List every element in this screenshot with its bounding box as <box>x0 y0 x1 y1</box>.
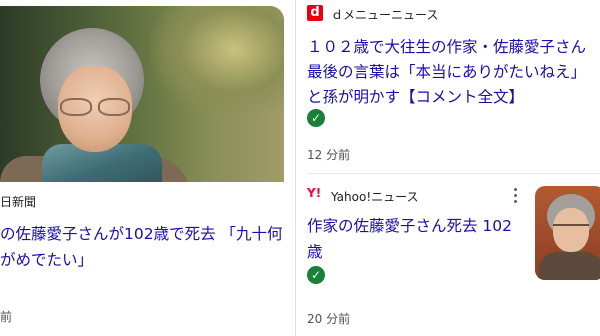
dmenu-logo-icon: d <box>307 5 323 21</box>
news-thumbnail-image[interactable] <box>0 6 284 182</box>
column-divider <box>295 0 296 336</box>
more-vert-icon[interactable] <box>510 186 520 204</box>
news-source-name: ｄメニューニュース <box>331 8 439 22</box>
news-headline-link[interactable]: 作家の佐藤愛子さん死去 102歳 <box>307 213 527 265</box>
news-thumbnail-image[interactable] <box>535 186 600 280</box>
news-headline-link[interactable]: の佐藤愛子さんが102歳で死去 「九十何がめでたい」 <box>0 221 286 273</box>
news-timestamp: 前 <box>0 310 13 324</box>
news-timestamp: 20 分前 <box>307 312 351 326</box>
news-timestamp: 12 分前 <box>307 148 351 162</box>
news-headline-link[interactable]: １０２歳で大往生の作家・佐藤愛子さん 最後の言葉は「本当にありがたいねえ」と孫が… <box>307 35 600 110</box>
card-divider <box>307 173 600 174</box>
check-circle-icon: ✓ <box>307 109 325 127</box>
check-circle-icon: ✓ <box>307 266 325 284</box>
news-card-left[interactable]: 日新聞 の佐藤愛子さんが102歳で死去 「九十何がめでたい」 前 <box>0 0 286 336</box>
yahoo-logo-icon: Y! <box>307 186 322 200</box>
news-source-name: Yahoo!ニュース <box>331 190 419 204</box>
news-source-name: 日新聞 <box>0 195 37 209</box>
